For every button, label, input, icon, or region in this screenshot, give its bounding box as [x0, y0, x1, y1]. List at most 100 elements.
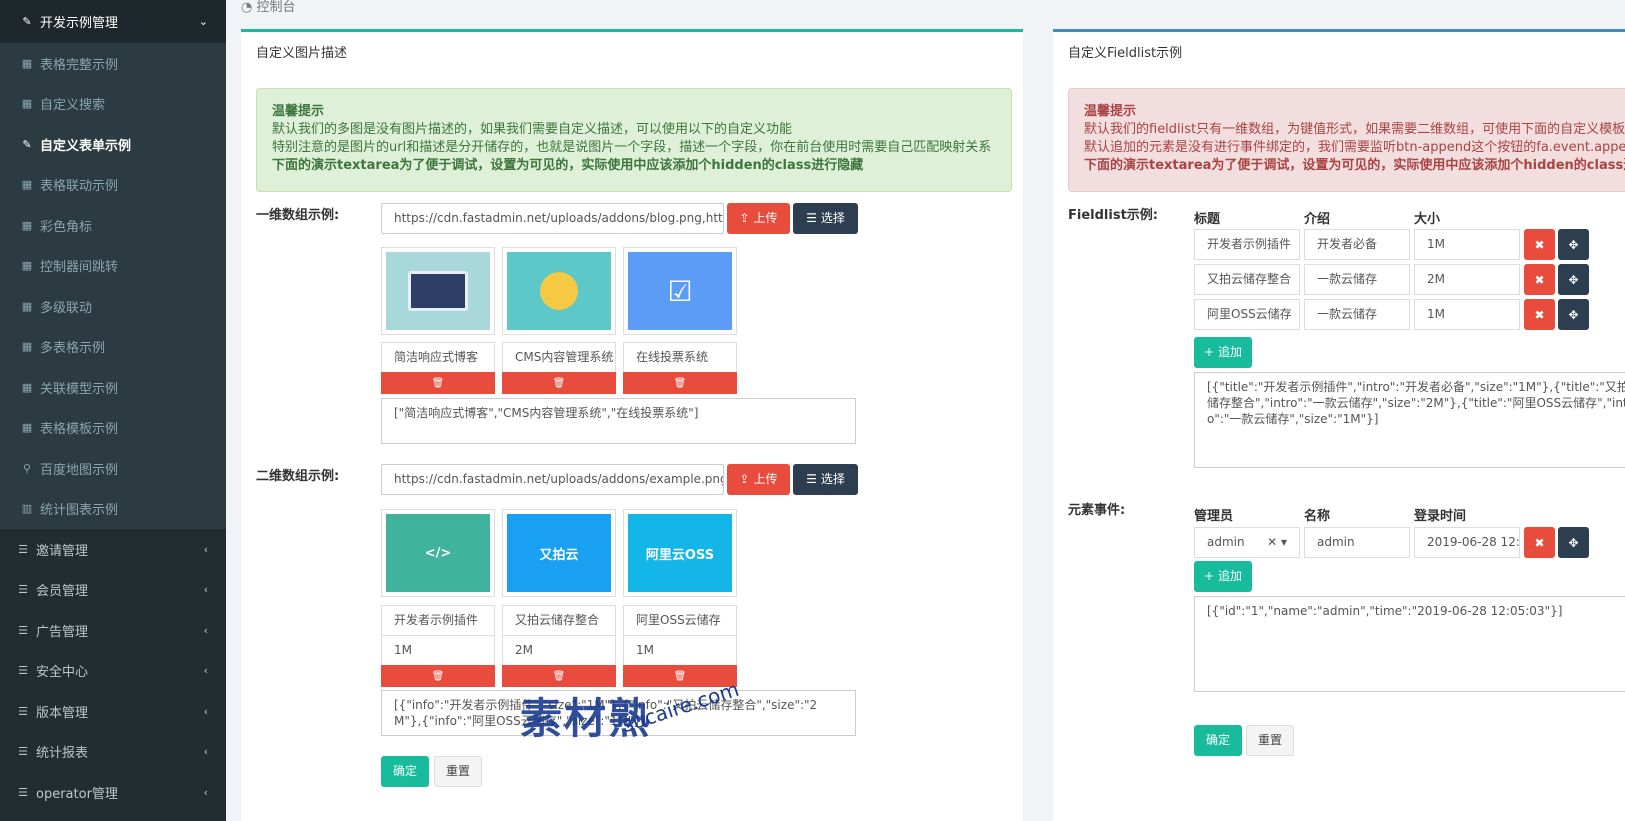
sidebar-menu[interactable]: ☰ 统计报表 ‹	[0, 732, 226, 773]
fieldlist-title-input[interactable]: 又拍云储存整合	[1194, 264, 1300, 295]
sidebar-item[interactable]: ✎ 自定义表单示例	[0, 124, 226, 165]
drag-row-button[interactable]: ✥	[1558, 527, 1589, 558]
fieldlist-size-input[interactable]: 2M	[1414, 264, 1520, 295]
image-desc-input[interactable]: CMS内容管理系统	[502, 342, 616, 373]
one-dim-url-input[interactable]: https://cdn.fastadmin.net/uploads/addons…	[381, 203, 724, 234]
image-thumb[interactable]: 又拍云	[502, 509, 616, 597]
upload-button[interactable]: ⇪ 上传	[727, 464, 790, 495]
sidebar-item[interactable]: ▦ 多级联动	[0, 286, 226, 327]
sidebar-menu[interactable]: ☰ 会员管理 ‹	[0, 570, 226, 611]
vote-image: ☑	[628, 252, 732, 330]
two-dim-url-input[interactable]: https://cdn.fastadmin.net/uploads/addons…	[381, 464, 724, 495]
name-field[interactable]: admin	[1304, 527, 1410, 558]
image-thumb[interactable]	[502, 247, 616, 335]
move-icon: ✥	[1568, 307, 1579, 322]
sidebar-item[interactable]: ▦ 自定义搜索	[0, 83, 226, 124]
sidebar-menu[interactable]: ☰ 安全中心 ‹	[0, 651, 226, 692]
submit-button[interactable]: 确定	[1194, 725, 1242, 756]
login-time-field[interactable]: 2019-06-28 12:05:03	[1414, 527, 1520, 558]
sidebar-item[interactable]: ▦ 多表格示例	[0, 326, 226, 367]
sidebar-item[interactable]: ▦ 表格模板示例	[0, 407, 226, 448]
sidebar-menu-label: 安全中心	[36, 665, 89, 681]
image-size-input[interactable]: 1M	[381, 635, 495, 666]
fieldlist-title-input[interactable]: 阿里OSS云储存	[1194, 299, 1300, 330]
sidebar-item-label: 自定义表单示例	[40, 138, 132, 154]
append-button[interactable]: + 追加	[1194, 337, 1252, 368]
delete-image-button[interactable]: 🗑	[623, 372, 737, 394]
image-thumb[interactable]: 阿里云OSS	[623, 509, 737, 597]
sidebar-item-label: 多表格示例	[40, 341, 106, 357]
submit-button[interactable]: 确定	[381, 756, 429, 787]
image-thumb[interactable]: ☑	[623, 247, 737, 335]
sidebar-item-label: 表格完整示例	[40, 57, 119, 73]
sidebar-item[interactable]: ▦ 表格完整示例	[0, 43, 226, 84]
alert-line: 默认追加的元素是没有进行事件绑定的，我们需要监听btn-append这个按钮的f…	[1084, 140, 1625, 155]
delete-image-button[interactable]: 🗑	[502, 372, 616, 394]
image-desc-input[interactable]: 在线投票系统	[623, 342, 737, 373]
col-header-size: 大小	[1414, 212, 1441, 227]
reset-button[interactable]: 重置	[1246, 725, 1294, 756]
image-info-input[interactable]: 开发者示例插件	[381, 605, 495, 636]
image-size-input[interactable]: 1M	[623, 635, 737, 666]
fieldlist-intro-input[interactable]: 一款云储存	[1304, 299, 1410, 330]
fieldlist-size-input[interactable]: 1M	[1414, 229, 1520, 260]
drag-row-button[interactable]: ✥	[1558, 264, 1589, 295]
sidebar-menu[interactable]: ☰ operator管理 ‹	[0, 772, 226, 813]
list-icon: ☰	[18, 583, 28, 597]
clear-select-icon[interactable]: ✕ ▾	[1267, 528, 1287, 557]
alert-heading: 温馨提示	[272, 104, 325, 119]
drag-row-button[interactable]: ✥	[1558, 299, 1589, 330]
sidebar-menu[interactable]: ☰ 版本管理 ‹	[0, 691, 226, 732]
fieldlist-intro-input[interactable]: 一款云储存	[1304, 264, 1410, 295]
remove-row-button[interactable]: ✖	[1524, 299, 1555, 330]
sidebar-item[interactable]: ▦ 控制器间跳转	[0, 245, 226, 286]
move-icon: ✥	[1568, 535, 1579, 550]
sidebar-menu[interactable]: ☰ 邀请管理 ‹	[0, 529, 226, 570]
image-thumb[interactable]	[381, 247, 495, 335]
one-dim-textarea[interactable]: ["简洁响应式博客","CMS内容管理系统","在线投票系统"]	[381, 398, 856, 444]
remove-row-button[interactable]: ✖	[1524, 229, 1555, 260]
sidebar-menu-label: 邀请管理	[36, 543, 89, 559]
fieldlist-size-input[interactable]: 1M	[1414, 299, 1520, 330]
table-icon: ▦	[21, 259, 33, 273]
fieldlist-intro-input[interactable]: 开发者必备	[1304, 229, 1410, 260]
main-content: ◔ 控制台 自定义图片描述 温馨提示 默认我们的多图是没有图片描述的，如果我们需…	[226, 0, 1625, 821]
fieldlist-textarea[interactable]: [{"title":"开发者示例插件","intro":"开发者必备","siz…	[1194, 372, 1625, 468]
chevron-left-icon: ‹	[203, 664, 208, 678]
list-icon: ☰	[806, 472, 817, 486]
sidebar-menu-label: 版本管理	[36, 705, 89, 721]
breadcrumb-label: 控制台	[256, 0, 296, 15]
event-textarea[interactable]: [{"id":"1","name":"admin","time":"2019-0…	[1194, 596, 1625, 692]
sidebar-item-label: 表格模板示例	[40, 422, 119, 438]
sidebar-item[interactable]: ▥ 统计图表示例	[0, 488, 226, 529]
delete-image-button[interactable]: 🗑	[381, 665, 495, 687]
admin-select[interactable]: admin ✕ ▾	[1194, 527, 1300, 558]
sidebar-menu-dev-examples[interactable]: ✎ 开发示例管理 ⌄	[0, 0, 226, 43]
delete-image-button[interactable]: 🗑	[502, 665, 616, 687]
breadcrumb[interactable]: ◔ 控制台	[241, 0, 296, 15]
select-button[interactable]: ☰ 选择	[793, 464, 858, 495]
remove-row-button[interactable]: ✖	[1524, 264, 1555, 295]
image-info-input[interactable]: 又拍云储存整合	[502, 605, 616, 636]
sidebar-item[interactable]: ▦ 表格联动示例	[0, 164, 226, 205]
delete-image-button[interactable]: 🗑	[381, 372, 495, 394]
fieldlist-title-input[interactable]: 开发者示例插件	[1194, 229, 1300, 260]
close-icon: ✖	[1534, 272, 1545, 287]
image-thumb[interactable]: </>	[381, 509, 495, 597]
image-info-input[interactable]: 阿里OSS云储存	[623, 605, 737, 636]
sidebar-menu[interactable]: ☰ 广告管理 ‹	[0, 610, 226, 651]
remove-row-button[interactable]: ✖	[1524, 527, 1555, 558]
append-button[interactable]: + 追加	[1194, 561, 1252, 592]
tip-alert: 温馨提示 默认我们的fieldlist只有一维数组，为键值形式，如果需要二维数组…	[1068, 88, 1625, 192]
sidebar-item[interactable]: ⚲ 百度地图示例	[0, 448, 226, 489]
upload-button[interactable]: ⇪ 上传	[727, 203, 790, 234]
select-button[interactable]: ☰ 选择	[793, 203, 858, 234]
sidebar-item[interactable]: ▦ 关联模型示例	[0, 367, 226, 408]
image-desc-input[interactable]: 简洁响应式博客	[381, 342, 495, 373]
reset-button[interactable]: 重置	[434, 756, 482, 787]
image-size-input[interactable]: 2M	[502, 635, 616, 666]
plus-icon: +	[1203, 569, 1215, 583]
sidebar-item[interactable]: ▦ 彩色角标	[0, 205, 226, 246]
drag-row-button[interactable]: ✥	[1558, 229, 1589, 260]
edit-icon: ✎	[22, 137, 32, 151]
